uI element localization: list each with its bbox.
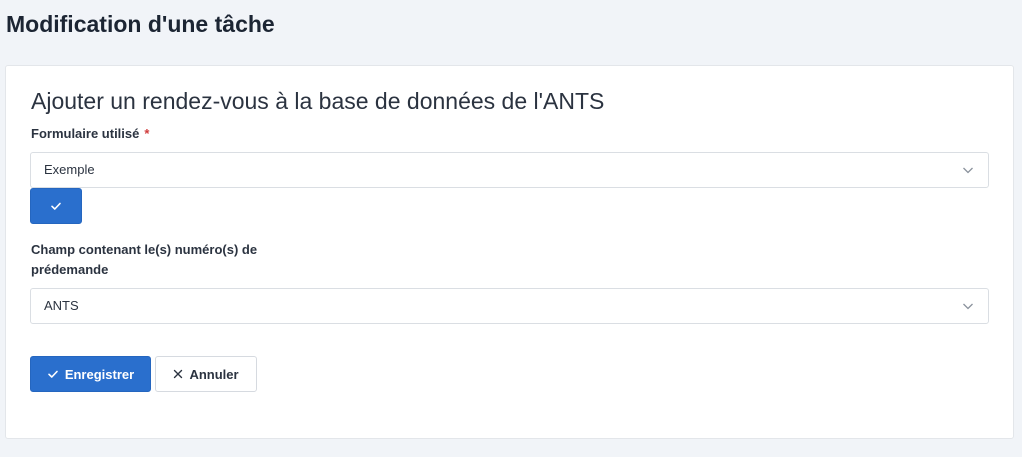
chevron-down-icon (963, 303, 973, 310)
form-field-label-text: Formulaire utilisé (31, 126, 140, 141)
save-button[interactable]: Enregistrer (30, 356, 151, 392)
cancel-button[interactable]: Annuler (155, 356, 257, 392)
close-icon (173, 369, 183, 379)
prerequest-field-label: Champ contenant le(s) numéro(s) de préde… (31, 242, 258, 277)
prerequest-field-select-value: ANTS (44, 298, 79, 313)
cancel-button-label: Annuler (189, 366, 239, 382)
form-select[interactable]: Exemple (30, 152, 989, 188)
check-icon (51, 202, 61, 210)
save-button-label: Enregistrer (64, 366, 135, 382)
form-select-value: Exemple (44, 162, 95, 177)
card-title: Ajouter un rendez-vous à la base de donn… (31, 88, 605, 114)
prerequest-field-select[interactable]: ANTS (30, 288, 989, 324)
form-field-label: Formulaire utilisé * (31, 124, 149, 144)
page-title: Modification d'une tâche (6, 11, 275, 37)
task-edit-card: Ajouter un rendez-vous à la base de donn… (5, 65, 1014, 439)
chevron-down-icon (963, 167, 973, 174)
confirm-form-button[interactable] (30, 188, 82, 224)
required-indicator: * (144, 126, 150, 141)
check-icon (47, 368, 59, 380)
